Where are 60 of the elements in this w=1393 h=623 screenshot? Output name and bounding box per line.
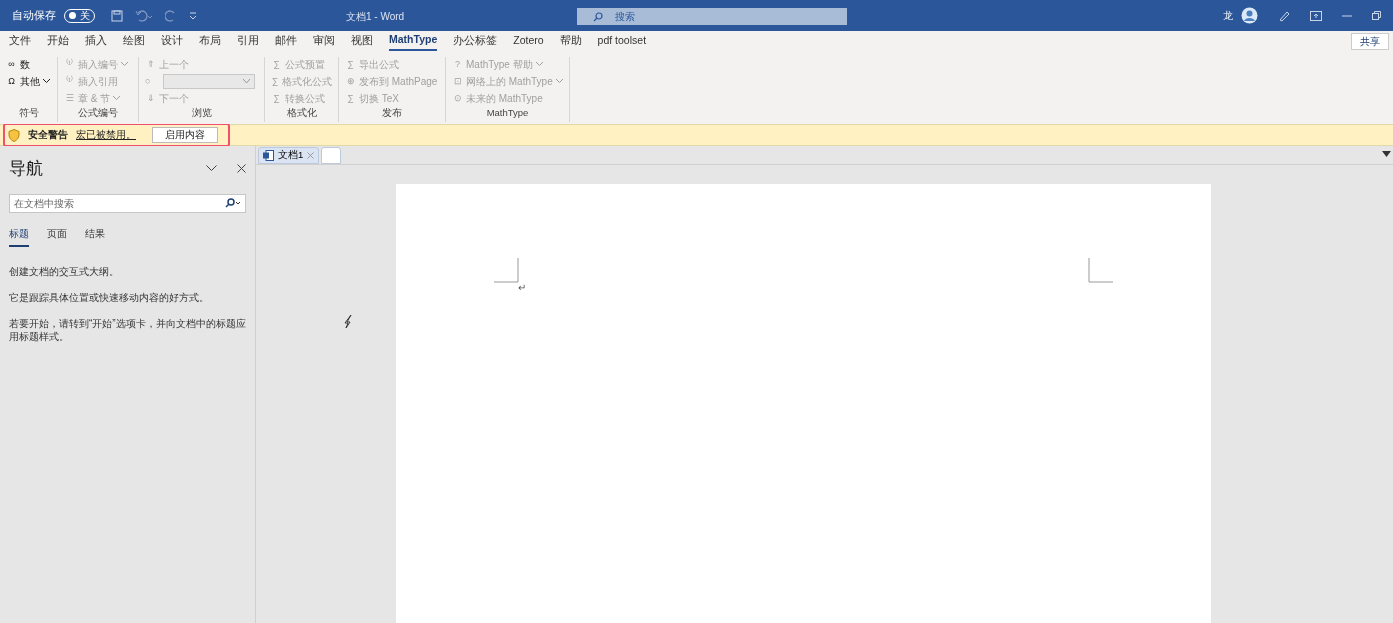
- ribbon-tab[interactable]: 文件: [9, 31, 31, 51]
- undo-icon[interactable]: [135, 9, 153, 22]
- ribbon-tab[interactable]: Zotero: [513, 31, 544, 51]
- group-label: 符号: [17, 105, 40, 120]
- ribbon-tab[interactable]: 审阅: [313, 31, 335, 51]
- group-label: MathType: [485, 105, 530, 120]
- pane-tab[interactable]: 页面: [47, 225, 67, 247]
- enable-content-button[interactable]: 启用内容: [152, 127, 218, 143]
- autosave-label: 自动保存: [12, 8, 56, 24]
- group-label: 公式编号: [77, 105, 119, 120]
- shield-icon: [8, 128, 20, 142]
- ribbon-tab[interactable]: pdf toolset: [597, 31, 647, 51]
- document-tab[interactable]: 文档1: [258, 147, 320, 164]
- redo-icon[interactable]: [165, 9, 177, 22]
- hint-text: 它是跟踪具体位置或快速移动内容的好方式。: [9, 290, 210, 304]
- margin-corner-icon: [1088, 258, 1113, 283]
- ribbon-button[interactable]: Ω 其他: [6, 73, 51, 89]
- pane-title: 导航: [9, 158, 43, 180]
- save-icon[interactable]: [111, 9, 123, 22]
- ribbon-tab[interactable]: 插入: [85, 31, 107, 51]
- margin-corner-icon: [494, 258, 519, 283]
- ribbon-tab[interactable]: 布局: [199, 31, 221, 51]
- search-field[interactable]: 在文档中搜索: [14, 194, 225, 212]
- cursor-icon: [342, 314, 354, 329]
- group-label: 浏览: [190, 105, 213, 120]
- ribbon-tab[interactable]: 办公标签: [453, 31, 498, 51]
- ribbon-button[interactable]: ∞ 数: [6, 56, 51, 72]
- close-icon[interactable]: [237, 164, 246, 174]
- avatar-icon[interactable]: [1241, 7, 1258, 24]
- ribbon-tab[interactable]: 帮助: [559, 31, 582, 51]
- display-options-icon[interactable]: [1310, 10, 1322, 21]
- pane-tab[interactable]: 标题: [9, 225, 29, 247]
- document-icon: [263, 150, 274, 161]
- chevron-down-icon[interactable]: [206, 165, 217, 173]
- group-label: 发布: [381, 105, 403, 120]
- paragraph-mark: ↵: [518, 283, 526, 293]
- search-icon[interactable]: [225, 198, 241, 208]
- group-label: 格式化: [285, 105, 318, 120]
- warning-title: 安全警告: [28, 127, 68, 142]
- pane-tab[interactable]: 结果: [85, 225, 105, 247]
- circle-icon: ○: [145, 74, 155, 88]
- ribbon-tab[interactable]: 引用: [237, 31, 259, 51]
- share-button[interactable]: 共享: [1351, 33, 1389, 50]
- restore-icon[interactable]: [1372, 11, 1381, 20]
- window-title: 文档1 - Word: [346, 10, 405, 24]
- customize-icon[interactable]: [189, 11, 197, 20]
- search-box[interactable]: 在文档中搜索: [9, 193, 246, 213]
- hint-text: 若要开始，请转到“开始”选项卡，并向文档中的标题应用标题样式。: [9, 316, 246, 343]
- caret-icon: [243, 79, 250, 84]
- ribbon-tab[interactable]: 绘图: [123, 31, 145, 51]
- ribbon-tab[interactable]: 视图: [351, 31, 373, 51]
- tab-menu-icon[interactable]: [1382, 151, 1391, 157]
- search-icon: [593, 11, 603, 22]
- pen-icon[interactable]: [1278, 9, 1290, 22]
- user-name: 龙: [1223, 9, 1233, 23]
- ribbon-tab[interactable]: 邮件: [275, 31, 297, 51]
- hint-text: 创建文档的交互式大纲。: [9, 264, 120, 278]
- ribbon-tab[interactable]: 设计: [161, 31, 183, 51]
- ribbon-tab[interactable]: MathType: [389, 31, 438, 51]
- ribbon-tab[interactable]: 开始: [47, 31, 69, 51]
